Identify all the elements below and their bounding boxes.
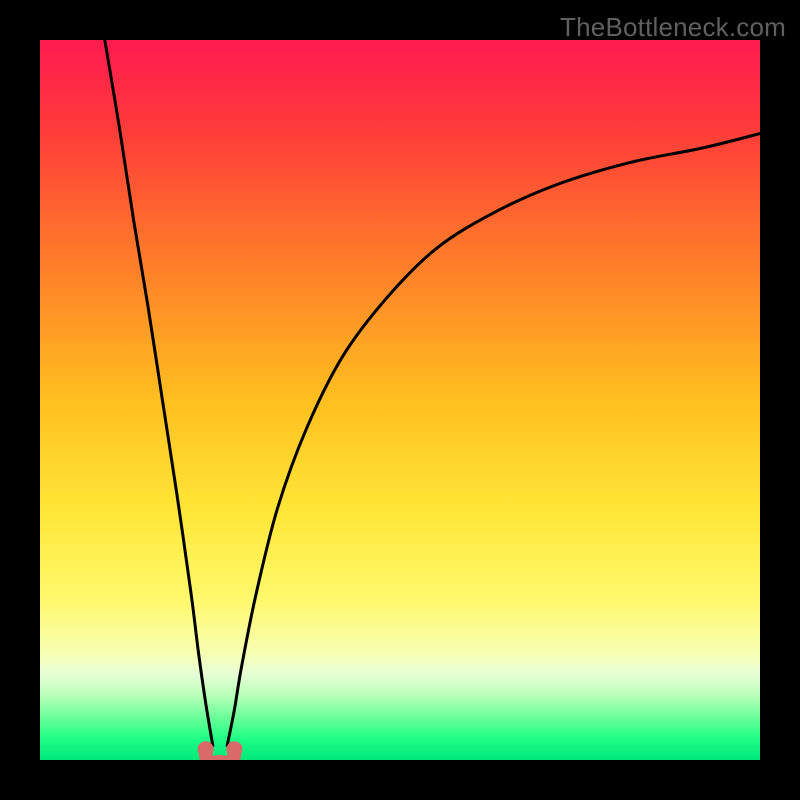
chart-frame: TheBottleneck.com (0, 0, 800, 800)
gradient-background (40, 40, 760, 760)
plot-area (40, 40, 760, 760)
bottleneck-chart-svg (40, 40, 760, 760)
floor-u-cap-1 (226, 741, 242, 757)
watermark-text: TheBottleneck.com (560, 12, 786, 43)
floor-u-cap-0 (198, 741, 214, 757)
